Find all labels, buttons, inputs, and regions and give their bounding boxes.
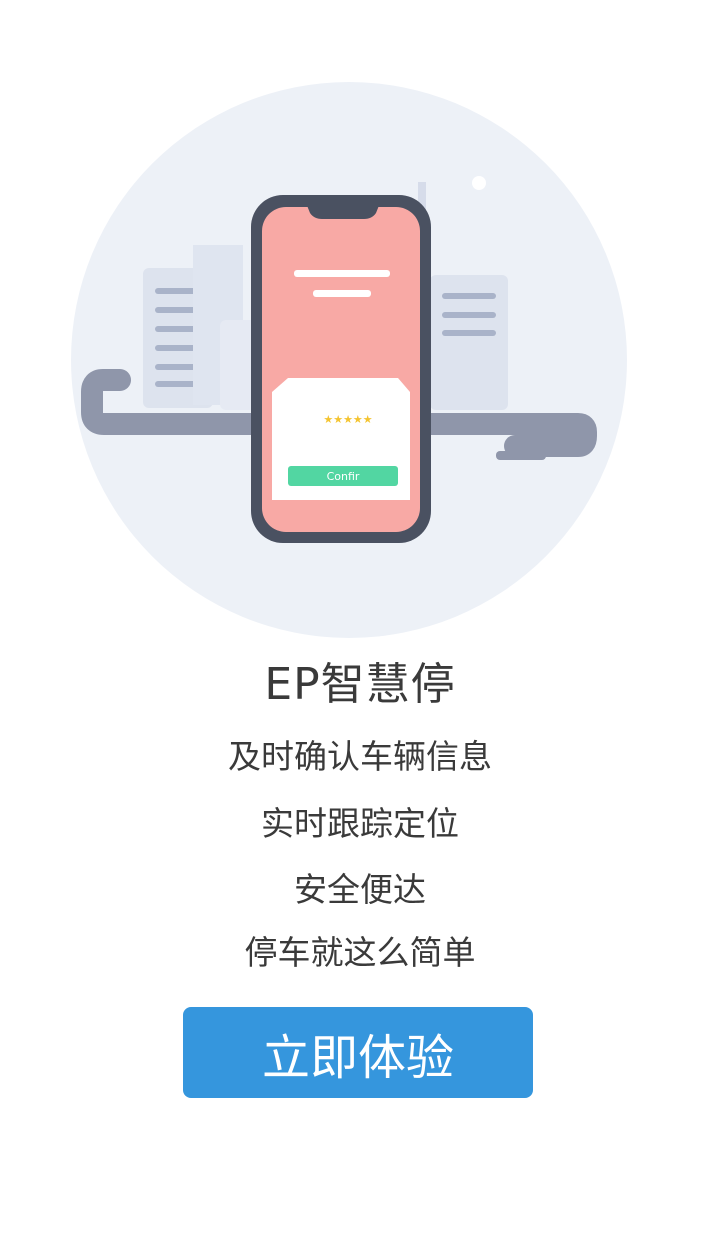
tagline-line-3: 安全便达 (294, 870, 426, 909)
tagline-line-1: 及时确认车辆信息 (228, 737, 492, 776)
dialog-confirm-label: Confir (327, 470, 360, 483)
try-now-button[interactable]: 立即体验 (183, 1007, 533, 1098)
phone-parking-illustration-icon: ★★★★★ Confir (71, 82, 627, 638)
tagline-line-4: 停车就这么简单 (244, 933, 476, 972)
dialog-stars: ★★★★★ (323, 413, 372, 426)
tagline-line-2: 实时跟踪定位 (261, 804, 459, 843)
app-title: EP智慧停 (264, 659, 456, 710)
